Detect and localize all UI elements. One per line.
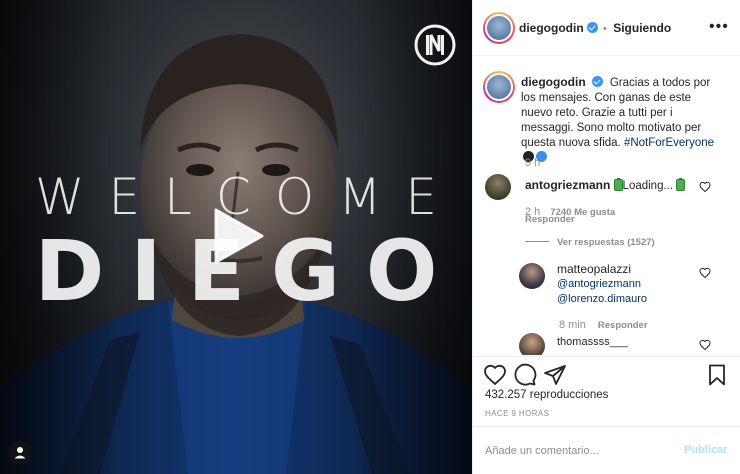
reply-like-icon[interactable] <box>699 339 711 351</box>
action-bar <box>473 356 740 387</box>
header-username[interactable]: diegogodin <box>519 21 584 35</box>
post-timestamp[interactable]: HACE 9 HORAS <box>485 409 549 418</box>
comments-list[interactable]: diegogodin Gracias a todos por los mensa… <box>473 57 740 355</box>
header-user: diegogodin • Siguiendo <box>519 21 671 35</box>
replies-divider <box>525 241 549 242</box>
hashtag-link[interactable]: #NotForEveryone <box>624 137 714 149</box>
mention-link[interactable]: @antogriezmann <box>557 277 647 292</box>
inter-logo <box>414 24 456 66</box>
comment-avatar[interactable] <box>485 174 511 200</box>
battery-icon <box>676 178 686 191</box>
comment-input[interactable] <box>485 441 675 461</box>
battery-icon <box>613 178 623 191</box>
share-icon[interactable] <box>543 363 567 387</box>
person-tag-icon[interactable] <box>8 441 32 465</box>
reply-avatar[interactable] <box>519 333 545 355</box>
reply-comment: matteopalazzi @antogriezmann @lorenzo.di… <box>557 262 647 307</box>
person-glyph <box>14 447 26 459</box>
more-options-icon[interactable]: ••• <box>709 18 729 36</box>
verified-icon <box>591 76 603 87</box>
verified-icon <box>586 22 598 33</box>
publish-button[interactable]: Publicar <box>684 444 727 456</box>
bookmark-icon[interactable] <box>705 363 729 387</box>
post-side-panel: diegogodin • Siguiendo ••• diegogodin Gr… <box>472 0 740 474</box>
mention-link[interactable]: @lorenzo.dimauro <box>557 292 647 307</box>
caption-username[interactable]: diegogodin <box>521 75 586 89</box>
avatar[interactable] <box>483 12 515 44</box>
comment-username[interactable]: antogriezmann <box>525 178 610 192</box>
caption-text: diegogodin Gracias a todos por los mensa… <box>521 75 721 166</box>
comment-like-icon[interactable] <box>699 181 711 193</box>
heart-icon[interactable] <box>483 363 507 387</box>
post-media[interactable]: WELCOME DIEGO <box>0 0 472 474</box>
reply-username[interactable]: matteopalazzi <box>557 262 647 277</box>
comment-text: Loading... <box>622 180 674 192</box>
view-replies-row[interactable]: Ver respuestas (1527) <box>525 232 655 250</box>
reply-time: 8 min <box>559 319 586 331</box>
comment-icon[interactable] <box>513 363 537 387</box>
follow-status-button[interactable]: Siguiendo <box>613 21 671 35</box>
reply-avatar[interactable] <box>519 263 545 289</box>
reply-username[interactable]: thomassss___ <box>557 336 628 348</box>
post-header: diegogodin • Siguiendo ••• <box>473 0 740 56</box>
add-comment-section: Publicar <box>473 426 740 474</box>
view-replies-button[interactable]: Ver respuestas (1527) <box>557 237 655 248</box>
reply-button[interactable]: Responder <box>525 214 575 225</box>
reply-button[interactable]: Responder <box>598 320 648 331</box>
comment-row: antogriezmann Loading... <box>525 178 686 192</box>
reply-meta: 8 min Responder <box>559 315 648 333</box>
caption-avatar[interactable] <box>483 71 515 103</box>
play-icon[interactable] <box>212 208 264 264</box>
caption-time: 9 h <box>525 157 541 169</box>
header-separator: • <box>603 23 607 35</box>
views-count[interactable]: 432.257 reproducciones <box>485 389 608 401</box>
reply-like-icon[interactable] <box>699 267 711 279</box>
